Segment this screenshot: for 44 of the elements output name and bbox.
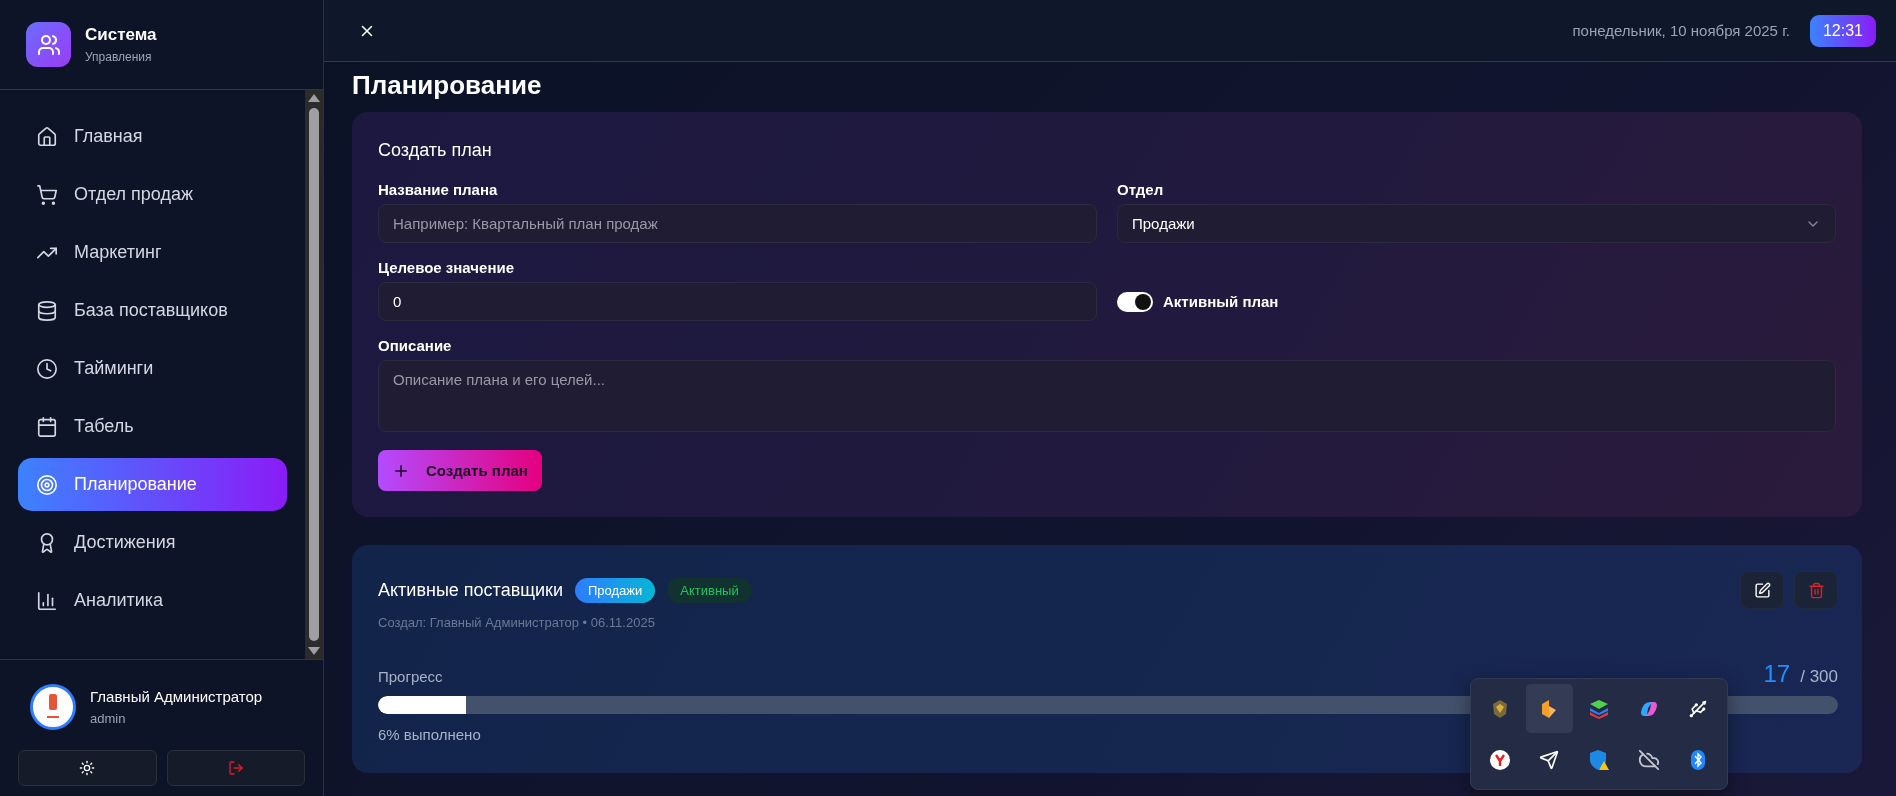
nav-item[interactable]: Главная [18,110,287,163]
textarea-field[interactable]: Описание плана и его целей... [378,360,1836,432]
nav-label: Табель [74,416,134,437]
toggle-label: Активный план [1163,293,1279,310]
plan-meta: Создал: Главный Администратор • 06.11.2025 [378,615,656,630]
field-label: Описание [378,337,453,354]
nav-item[interactable]: Аналитика [18,574,287,627]
field-label: Отдел [1117,181,1165,198]
progress-label: Прогресс [378,668,443,685]
nav-label: Главная [74,126,143,147]
user-name: Главный Администратор [90,688,263,705]
plan-title: Активные поставщики [378,579,563,601]
select-field[interactable]: Продажи [1117,204,1836,243]
nav-item[interactable]: Планирование [18,458,287,511]
page-title: Планирование [352,69,542,102]
nav-label: Достижения [74,532,176,553]
nav-item[interactable]: База поставщиков [18,284,287,337]
nav-item[interactable]: Табель [18,400,287,453]
nav-label: Отдел продаж [74,184,193,205]
progress-current: 17 [1763,660,1791,688]
input-field[interactable]: 0 [378,282,1097,321]
create-plan-button[interactable]: Создать план [378,450,542,491]
brand-subtitle: Управления [85,50,153,64]
card-title: Создать план [378,140,493,161]
time-badge: 12:31 [1809,14,1876,47]
brand-title: Система [85,25,157,45]
department-tag: Продажи [575,577,656,603]
nav-label: Аналитика [74,590,164,611]
nav-item[interactable]: Отдел продаж [18,168,287,221]
nav-label: Тайминги [74,358,154,379]
nav-item[interactable]: Тайминги [18,342,287,395]
progress-text: 6% выполнено [378,726,481,743]
user-login: admin [90,711,127,726]
nav-item[interactable]: Достижения [18,516,287,569]
field-label: Целевое значение [378,259,515,276]
date-text: понедельник, 10 ноября 2025 г. [1572,22,1790,39]
nav-label: База поставщиков [74,300,228,321]
input-field[interactable]: Например: Квартальный план продаж [378,204,1097,243]
nav-label: Маркетинг [74,242,162,263]
status-tag: Активный [667,577,752,603]
nav-item[interactable]: Маркетинг [18,226,287,279]
nav-label: Планирование [74,474,197,495]
progress-target: / 300 [1800,667,1838,687]
field-label: Название плана [378,181,499,198]
